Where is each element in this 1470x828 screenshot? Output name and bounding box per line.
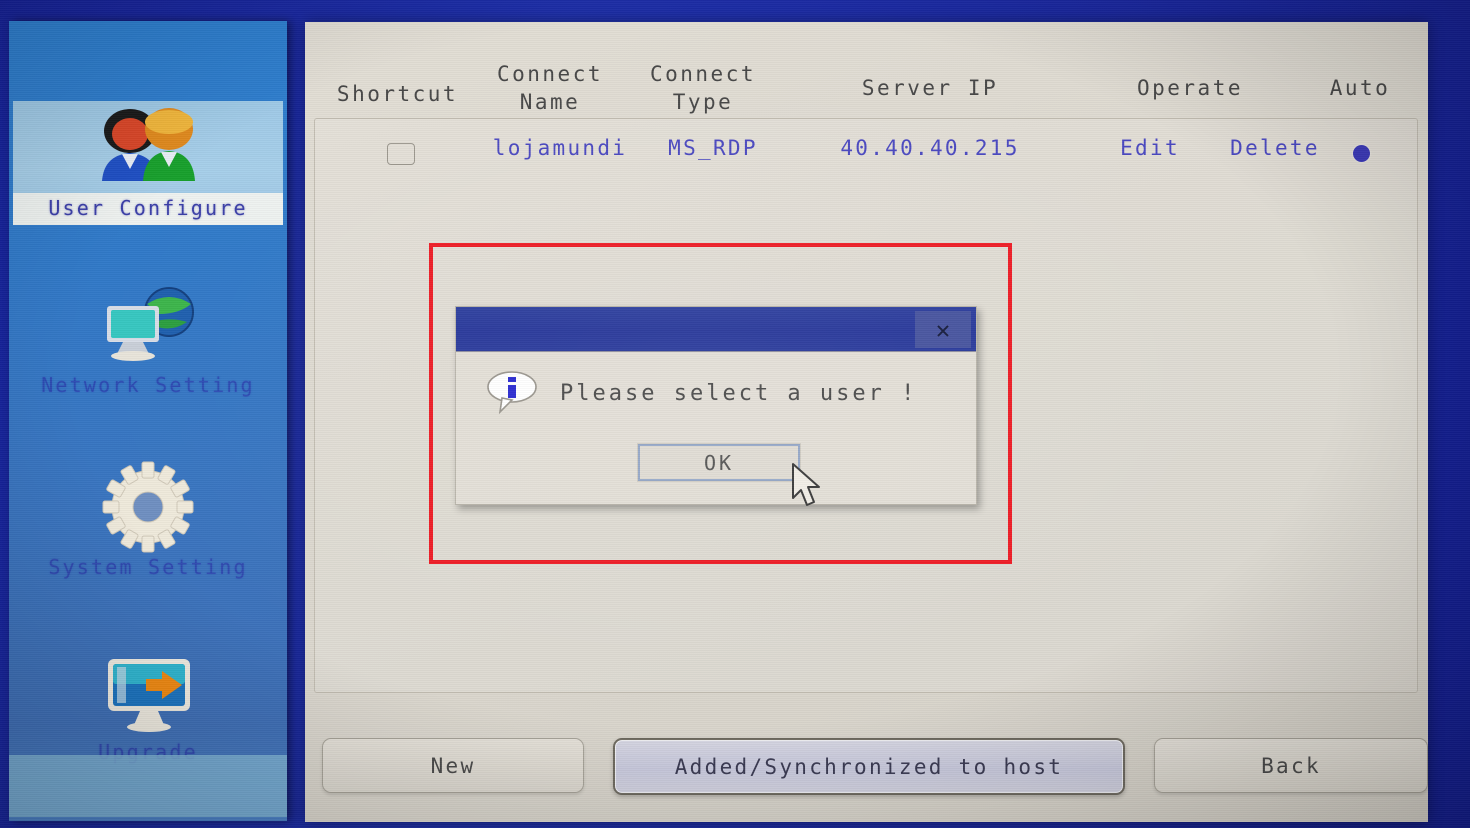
new-button[interactable]: New [322,738,584,793]
sidebar: User Configure Network Setting System Se… [9,21,287,821]
sidebar-item-label: Network Setting [41,373,255,397]
sidebar-item-network-setting[interactable]: Network Setting [13,279,283,405]
message-dialog: ✕ Please select a user ! OK [455,306,977,506]
column-header-connect-type-line2: Type [672,90,734,114]
shortcut-checkbox[interactable] [387,143,415,165]
monitor-arrow-icon [13,646,283,738]
dialog-body: Please select a user ! OK [456,352,976,506]
added-synchronized-to-host-button[interactable]: Added/Synchronized to host [613,738,1125,795]
info-bubble-icon [486,368,538,418]
screen: User Configure Network Setting System Se… [0,0,1470,828]
edit-link[interactable]: Edit [1095,136,1205,160]
button-bar: New Added/Synchronized to host Back [305,738,1428,795]
gear-icon [13,461,283,553]
auto-radio[interactable] [1353,145,1370,162]
column-header-operate: Operate [1136,76,1243,100]
sidebar-item-user-configure[interactable]: User Configure [13,101,283,225]
close-icon[interactable]: ✕ [915,311,971,348]
dialog-message-row: Please select a user ! [486,368,917,418]
column-header-server-ip: Server IP [861,76,999,100]
table-row[interactable]: lojamundi MS_RDP 40.40.40.215 Edit Delet… [315,119,1417,179]
dialog-ok-button[interactable]: OK [638,444,800,481]
column-header-connect-type-line1: Connect [649,62,756,86]
back-button[interactable]: Back [1154,738,1428,793]
dialog-message-text: Please select a user ! [560,380,918,406]
sidebar-item-upgrade[interactable]: Upgrade [13,646,283,772]
cell-connect-type: MS_RDP [668,136,758,160]
sidebar-bottom-strip [9,755,287,817]
sidebar-item-system-setting[interactable]: System Setting [13,461,283,587]
sidebar-item-label: User Configure [13,193,283,225]
dialog-titlebar: ✕ [456,307,976,352]
column-header-auto: Auto [1329,76,1391,100]
cell-server-ip: 40.40.40.215 [840,136,1020,160]
sidebar-item-label: System Setting [48,555,248,579]
computer-globe-icon [13,279,283,371]
two-users-icon [13,101,283,193]
delete-link[interactable]: Delete [1210,136,1340,160]
